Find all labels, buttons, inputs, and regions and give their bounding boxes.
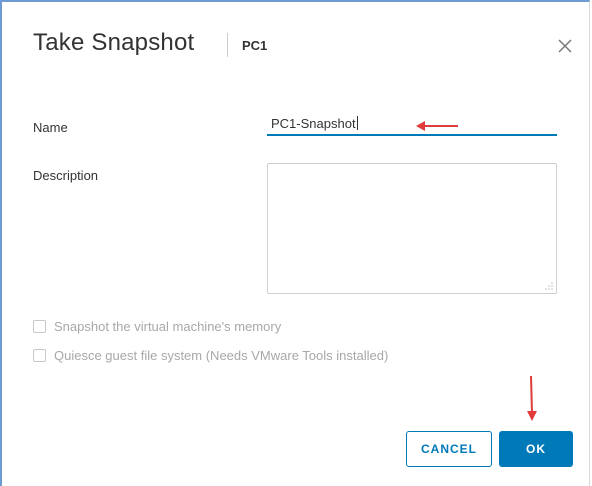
quiesce-option[interactable]: Quiesce guest file system (Needs VMware …: [33, 348, 388, 363]
name-label: Name: [33, 120, 68, 135]
text-caret: [356, 116, 358, 130]
quiesce-label: Quiesce guest file system (Needs VMware …: [54, 348, 389, 363]
ok-button[interactable]: OK: [499, 431, 573, 467]
description-textarea[interactable]: [267, 163, 557, 294]
memory-snapshot-label: Snapshot the virtual machine's memory: [54, 319, 282, 334]
memory-snapshot-option[interactable]: Snapshot the virtual machine's memory: [33, 319, 281, 334]
dialog-title: Take Snapshot: [33, 29, 195, 56]
title-divider: [227, 33, 228, 57]
annotation-arrow-down-icon: [527, 375, 537, 421]
dialog-subtitle: PC1: [242, 38, 268, 53]
annotation-arrow-left-icon: [416, 121, 458, 131]
take-snapshot-dialog: Take Snapshot PC1 Name PC1-Snapshot Desc…: [0, 0, 590, 486]
close-icon[interactable]: [554, 35, 576, 57]
resize-handle-icon[interactable]: [545, 282, 553, 290]
name-input[interactable]: PC1-Snapshot: [267, 114, 557, 136]
description-label: Description: [33, 168, 99, 183]
name-input-value: PC1-Snapshot: [271, 116, 356, 131]
cancel-button[interactable]: CANCEL: [406, 431, 492, 467]
quiesce-checkbox[interactable]: [33, 349, 46, 362]
memory-snapshot-checkbox[interactable]: [33, 320, 46, 333]
